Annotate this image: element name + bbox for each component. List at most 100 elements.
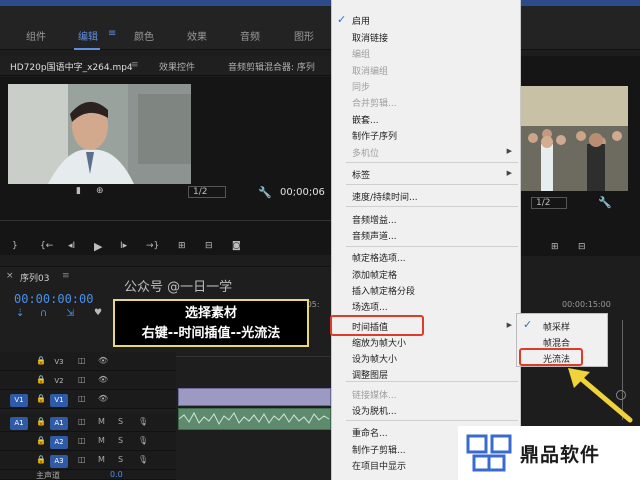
lock-icon[interactable]: 🔒 [36,436,46,445]
go-to-out-button[interactable]: →} [146,241,159,251]
menu-item-13[interactable]: 帧定格选项... [352,251,406,264]
step-forward-button[interactable]: I▸ [120,241,127,251]
mute-button[interactable]: M [98,455,105,464]
workspace-tab-audio[interactable]: 音频 [240,28,260,43]
menu-item-11[interactable]: 音频增益... [352,213,397,226]
menu-item-15[interactable]: 插入帧定格分段 [352,284,415,297]
sequence-menu-icon[interactable]: ≡ [62,271,70,281]
menu-item-9[interactable]: 标签 [352,168,370,181]
toggle-output-eye-icon[interactable]: 👁 [98,356,108,365]
tab-effect-controls[interactable]: 效果控件 [159,60,195,73]
voiceover-mic-icon[interactable]: 🎙 [138,455,148,464]
checkmark-icon: ✓ [523,318,533,331]
program-insert-button[interactable]: ⊞ [551,242,559,252]
mark-in-button[interactable]: } [12,241,18,251]
master-volume-value[interactable]: 0.0 [110,470,123,479]
workspace-menu-icon[interactable]: ≡ [108,28,116,39]
menu-item-7[interactable]: 制作子序列 [352,129,397,142]
insert-button[interactable]: ⊞ [178,241,186,251]
mute-button[interactable]: M [98,436,105,445]
voiceover-mic-icon[interactable]: 🎙 [138,436,148,445]
solo-button[interactable]: S [118,455,123,464]
toggle-output-eye-icon[interactable]: 👁 [98,394,108,403]
track-target-v3[interactable]: V3 [50,356,68,369]
menu-item-10[interactable]: 速度/持续时间... [352,190,418,203]
tab-source-clip[interactable]: HD720p国语中字_x264.mp4 [10,60,133,73]
menu-item-12[interactable]: 音频声道... [352,229,397,242]
workspace-tab-editing[interactable]: 编辑 [78,28,98,43]
sync-lock-icon[interactable]: ◫ [78,436,86,445]
menu-item-25[interactable]: 在项目中显示 [352,459,406,472]
track-target-a3[interactable]: A3 [50,455,68,468]
timeline-close-icon[interactable]: × [6,271,14,281]
wrench-icon[interactable]: 🔧 [258,186,272,199]
add-marker-icon[interactable]: ⇲ [66,308,74,319]
mute-button[interactable]: M [98,417,105,426]
menu-item-1[interactable]: 取消链接 [352,31,388,44]
overwrite-button[interactable]: ⊟ [205,241,213,251]
track-header-a2: 🔒 A2 ◫ M S 🎙 [0,432,176,451]
program-video-frame [521,86,628,191]
source-patch-v1[interactable]: V1 [10,394,28,407]
sequence-timecode[interactable]: 00:00:00:00 [14,292,93,306]
source-scale-select[interactable]: 1/2 [188,186,227,198]
menu-item-5: 合并剪辑... [352,99,397,109]
sync-lock-icon[interactable]: ◫ [78,455,86,464]
lock-icon[interactable]: 🔒 [36,394,46,403]
sync-lock-icon[interactable]: ◫ [78,356,86,365]
tab-menu-icon[interactable]: ≡ [131,60,139,70]
program-lift-button[interactable]: ⊟ [578,242,586,252]
submenu-item-0[interactable]: 帧采样 [543,320,570,333]
workspace-tab-effects[interactable]: 效果 [187,28,207,43]
voiceover-mic-icon[interactable]: 🎙 [138,417,148,426]
menu-item-18[interactable]: 缩放为帧大小 [352,336,406,349]
source-patch-a1[interactable]: A1 [10,417,28,430]
brand-name: 鼎品软件 [520,444,601,466]
solo-button[interactable]: S [118,417,123,426]
toggle-output-eye-icon[interactable]: 👁 [98,375,108,384]
program-scale-select[interactable]: 1/2 [531,197,568,209]
sync-lock-icon[interactable]: ◫ [78,417,86,426]
sync-lock-icon[interactable]: ◫ [78,394,86,403]
menu-item-20[interactable]: 调整图层 [352,368,388,381]
audio-clip[interactable] [178,408,331,430]
play-button[interactable]: ▶ [94,240,102,253]
go-to-in-button[interactable]: {← [40,241,53,251]
export-frame-button[interactable]: ◙ [232,241,241,251]
marker-icon[interactable]: ♥ [94,308,102,318]
lock-icon[interactable]: 🔒 [36,455,46,464]
menu-item-16[interactable]: 场选项... [352,300,388,313]
menu-item-22[interactable]: 设为脱机... [352,404,397,417]
track-target-v2[interactable]: V2 [50,375,68,388]
program-wrench-icon[interactable]: 🔧 [598,196,612,209]
linked-selection-icon[interactable]: ∩ [40,308,47,319]
workspace-tab-assembly[interactable]: 组件 [26,28,46,43]
snap-icon[interactable]: ⇣ [16,308,24,319]
track-target-a2[interactable]: A2 [50,436,68,449]
mark-in-icon[interactable]: ▮ [76,186,81,196]
sequence-tab[interactable]: 序列03 [20,271,49,284]
menu-item-6[interactable]: 嵌套... [352,113,379,126]
menu-item-3: 取消编组 [352,67,389,77]
lock-icon[interactable]: 🔒 [36,417,46,426]
track-target-v1[interactable]: V1 [50,394,68,407]
track-divider [176,356,331,357]
lock-icon[interactable]: 🔒 [36,356,46,365]
tab-audio-clip-mixer[interactable]: 音频剪辑混合器: 序列 [228,60,315,73]
lock-icon[interactable]: 🔒 [36,375,46,384]
menu-item-0[interactable]: 启用 [352,14,370,27]
workspace-tab-color[interactable]: 颜色 [134,28,154,43]
sync-lock-icon[interactable]: ◫ [78,375,86,384]
workspace-tab-graphics[interactable]: 图形 [294,28,314,43]
menu-item-19[interactable]: 设为帧大小 [352,352,397,365]
menu-item-23[interactable]: 重命名... [352,426,388,439]
video-clip[interactable] [178,388,331,406]
instruction-line-2: 右键--时间插值--光流法 [141,326,281,341]
insert-icon[interactable]: ⊕ [96,186,104,196]
menu-item-24[interactable]: 制作子剪辑... [352,443,406,456]
track-target-a1[interactable]: A1 [50,417,68,430]
solo-button[interactable]: S [118,436,123,445]
menu-item-14[interactable]: 添加帧定格 [352,268,397,281]
submenu-arrow-icon: ▶ [506,169,512,177]
step-back-button[interactable]: ◂I [68,241,75,251]
